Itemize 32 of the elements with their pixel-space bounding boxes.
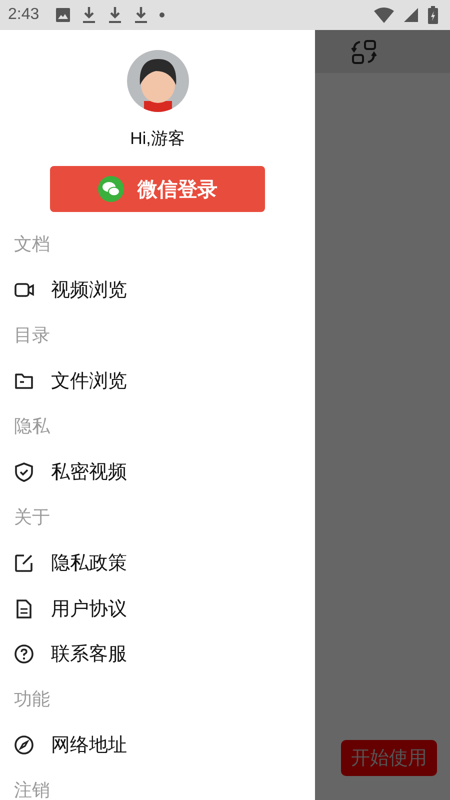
document-icon [14, 598, 34, 619]
dot-icon [159, 12, 166, 18]
menu-item[interactable]: 视频浏览 [0, 268, 315, 313]
section-header: 目录 [13, 324, 51, 348]
greeting-text: Hi,游客 [130, 128, 185, 150]
folder-icon [14, 371, 34, 392]
clock-time: 2:43 [8, 6, 40, 24]
signal-icon [404, 8, 418, 22]
wifi-icon [374, 7, 394, 23]
battery-icon [428, 6, 438, 24]
help-icon [14, 644, 34, 664]
wechat-icon [98, 176, 124, 202]
section-header: 注销 [13, 779, 51, 800]
menu-item[interactable]: 文件浏览 [0, 358, 315, 404]
section-header: 关于 [13, 506, 51, 530]
shield-check-icon [14, 462, 34, 482]
download-icon [133, 6, 150, 24]
menu-item[interactable]: 私密视频 [0, 450, 315, 495]
menu-item[interactable]: 用户协议 [0, 586, 315, 632]
image-icon [55, 7, 72, 23]
section-header: 隐私 [13, 415, 51, 439]
download-icon [107, 6, 124, 24]
download-icon [81, 6, 98, 24]
section-header: 功能 [13, 688, 51, 712]
section-header: 文档 [13, 233, 51, 257]
swap-icon[interactable] [350, 38, 378, 66]
menu-item[interactable]: 联系客服 [0, 632, 315, 677]
menu-item[interactable]: 隐私政策 [0, 540, 315, 586]
wechat-login-button[interactable]: 微信登录 [50, 166, 265, 212]
compass-icon [14, 735, 34, 756]
edit-icon [14, 553, 34, 574]
menu-item[interactable]: 网络地址 [0, 722, 315, 768]
